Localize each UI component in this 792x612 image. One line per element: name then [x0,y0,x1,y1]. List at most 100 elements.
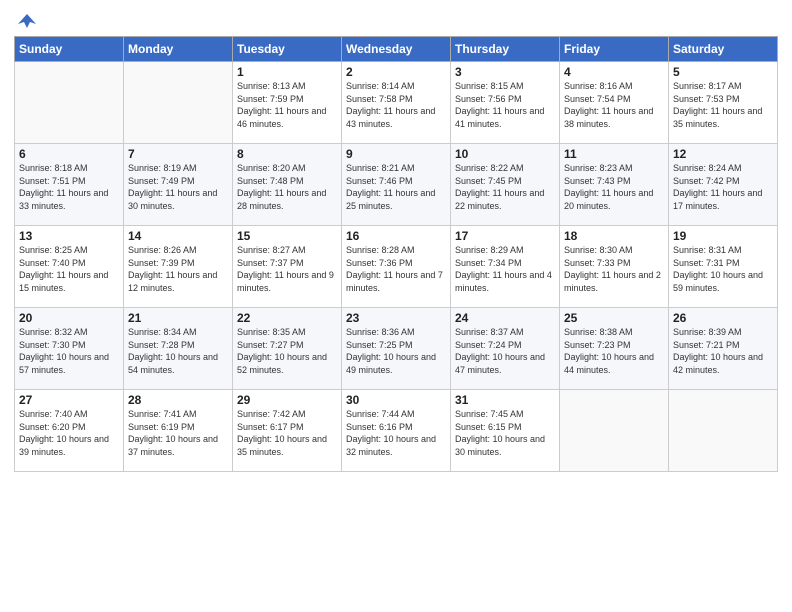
calendar-day-cell: 24Sunrise: 8:37 AM Sunset: 7:24 PM Dayli… [451,308,560,390]
calendar-day-cell: 13Sunrise: 8:25 AM Sunset: 7:40 PM Dayli… [15,226,124,308]
calendar-week-row: 20Sunrise: 8:32 AM Sunset: 7:30 PM Dayli… [15,308,778,390]
page-container: SundayMondayTuesdayWednesdayThursdayFrid… [0,0,792,480]
day-number: 31 [455,393,555,407]
calendar-day-cell: 10Sunrise: 8:22 AM Sunset: 7:45 PM Dayli… [451,144,560,226]
calendar-day-cell [15,62,124,144]
day-number: 12 [673,147,773,161]
calendar-day-cell: 1Sunrise: 8:13 AM Sunset: 7:59 PM Daylig… [233,62,342,144]
day-number: 14 [128,229,228,243]
calendar-day-cell: 27Sunrise: 7:40 AM Sunset: 6:20 PM Dayli… [15,390,124,472]
calendar-day-cell: 9Sunrise: 8:21 AM Sunset: 7:46 PM Daylig… [342,144,451,226]
day-info: Sunrise: 8:27 AM Sunset: 7:37 PM Dayligh… [237,244,337,294]
day-number: 17 [455,229,555,243]
calendar-day-cell: 18Sunrise: 8:30 AM Sunset: 7:33 PM Dayli… [560,226,669,308]
calendar-day-cell: 20Sunrise: 8:32 AM Sunset: 7:30 PM Dayli… [15,308,124,390]
day-info: Sunrise: 8:18 AM Sunset: 7:51 PM Dayligh… [19,162,119,212]
calendar-day-cell: 11Sunrise: 8:23 AM Sunset: 7:43 PM Dayli… [560,144,669,226]
day-info: Sunrise: 8:21 AM Sunset: 7:46 PM Dayligh… [346,162,446,212]
day-number: 21 [128,311,228,325]
day-number: 24 [455,311,555,325]
day-info: Sunrise: 8:26 AM Sunset: 7:39 PM Dayligh… [128,244,228,294]
day-number: 8 [237,147,337,161]
calendar-day-cell: 30Sunrise: 7:44 AM Sunset: 6:16 PM Dayli… [342,390,451,472]
day-number: 7 [128,147,228,161]
day-number: 5 [673,65,773,79]
day-info: Sunrise: 8:38 AM Sunset: 7:23 PM Dayligh… [564,326,664,376]
day-info: Sunrise: 8:34 AM Sunset: 7:28 PM Dayligh… [128,326,228,376]
calendar-day-cell: 22Sunrise: 8:35 AM Sunset: 7:27 PM Dayli… [233,308,342,390]
calendar-header-row: SundayMondayTuesdayWednesdayThursdayFrid… [15,37,778,62]
day-info: Sunrise: 7:44 AM Sunset: 6:16 PM Dayligh… [346,408,446,458]
day-number: 27 [19,393,119,407]
day-info: Sunrise: 8:39 AM Sunset: 7:21 PM Dayligh… [673,326,773,376]
day-info: Sunrise: 8:35 AM Sunset: 7:27 PM Dayligh… [237,326,337,376]
day-info: Sunrise: 8:20 AM Sunset: 7:48 PM Dayligh… [237,162,337,212]
day-number: 22 [237,311,337,325]
day-of-week-header: Monday [124,37,233,62]
day-number: 13 [19,229,119,243]
day-info: Sunrise: 8:30 AM Sunset: 7:33 PM Dayligh… [564,244,664,294]
calendar-table: SundayMondayTuesdayWednesdayThursdayFrid… [14,36,778,472]
day-of-week-header: Tuesday [233,37,342,62]
calendar-day-cell: 3Sunrise: 8:15 AM Sunset: 7:56 PM Daylig… [451,62,560,144]
calendar-week-row: 27Sunrise: 7:40 AM Sunset: 6:20 PM Dayli… [15,390,778,472]
day-number: 2 [346,65,446,79]
day-number: 19 [673,229,773,243]
day-number: 6 [19,147,119,161]
day-info: Sunrise: 7:41 AM Sunset: 6:19 PM Dayligh… [128,408,228,458]
day-info: Sunrise: 8:28 AM Sunset: 7:36 PM Dayligh… [346,244,446,294]
day-number: 30 [346,393,446,407]
calendar-day-cell: 7Sunrise: 8:19 AM Sunset: 7:49 PM Daylig… [124,144,233,226]
day-number: 15 [237,229,337,243]
calendar-day-cell: 29Sunrise: 7:42 AM Sunset: 6:17 PM Dayli… [233,390,342,472]
day-of-week-header: Sunday [15,37,124,62]
calendar-week-row: 1Sunrise: 8:13 AM Sunset: 7:59 PM Daylig… [15,62,778,144]
calendar-day-cell: 21Sunrise: 8:34 AM Sunset: 7:28 PM Dayli… [124,308,233,390]
day-info: Sunrise: 8:16 AM Sunset: 7:54 PM Dayligh… [564,80,664,130]
day-info: Sunrise: 8:22 AM Sunset: 7:45 PM Dayligh… [455,162,555,212]
day-info: Sunrise: 7:45 AM Sunset: 6:15 PM Dayligh… [455,408,555,458]
day-info: Sunrise: 8:36 AM Sunset: 7:25 PM Dayligh… [346,326,446,376]
day-number: 23 [346,311,446,325]
calendar-day-cell: 19Sunrise: 8:31 AM Sunset: 7:31 PM Dayli… [669,226,778,308]
calendar-week-row: 13Sunrise: 8:25 AM Sunset: 7:40 PM Dayli… [15,226,778,308]
day-number: 16 [346,229,446,243]
day-of-week-header: Thursday [451,37,560,62]
day-number: 11 [564,147,664,161]
day-number: 3 [455,65,555,79]
calendar-day-cell: 14Sunrise: 8:26 AM Sunset: 7:39 PM Dayli… [124,226,233,308]
day-info: Sunrise: 7:40 AM Sunset: 6:20 PM Dayligh… [19,408,119,458]
day-number: 25 [564,311,664,325]
day-info: Sunrise: 8:24 AM Sunset: 7:42 PM Dayligh… [673,162,773,212]
day-number: 4 [564,65,664,79]
day-info: Sunrise: 8:14 AM Sunset: 7:58 PM Dayligh… [346,80,446,130]
day-info: Sunrise: 8:31 AM Sunset: 7:31 PM Dayligh… [673,244,773,294]
day-info: Sunrise: 7:42 AM Sunset: 6:17 PM Dayligh… [237,408,337,458]
calendar-day-cell: 16Sunrise: 8:28 AM Sunset: 7:36 PM Dayli… [342,226,451,308]
calendar-week-row: 6Sunrise: 8:18 AM Sunset: 7:51 PM Daylig… [15,144,778,226]
calendar-day-cell: 6Sunrise: 8:18 AM Sunset: 7:51 PM Daylig… [15,144,124,226]
day-number: 20 [19,311,119,325]
calendar-day-cell: 31Sunrise: 7:45 AM Sunset: 6:15 PM Dayli… [451,390,560,472]
day-info: Sunrise: 8:23 AM Sunset: 7:43 PM Dayligh… [564,162,664,212]
day-number: 9 [346,147,446,161]
day-info: Sunrise: 8:29 AM Sunset: 7:34 PM Dayligh… [455,244,555,294]
calendar-day-cell: 26Sunrise: 8:39 AM Sunset: 7:21 PM Dayli… [669,308,778,390]
calendar-day-cell: 15Sunrise: 8:27 AM Sunset: 7:37 PM Dayli… [233,226,342,308]
day-number: 10 [455,147,555,161]
calendar-day-cell [560,390,669,472]
day-of-week-header: Wednesday [342,37,451,62]
day-info: Sunrise: 8:32 AM Sunset: 7:30 PM Dayligh… [19,326,119,376]
day-number: 28 [128,393,228,407]
day-info: Sunrise: 8:15 AM Sunset: 7:56 PM Dayligh… [455,80,555,130]
calendar-day-cell [124,62,233,144]
calendar-day-cell: 28Sunrise: 7:41 AM Sunset: 6:19 PM Dayli… [124,390,233,472]
day-info: Sunrise: 8:19 AM Sunset: 7:49 PM Dayligh… [128,162,228,212]
day-info: Sunrise: 8:25 AM Sunset: 7:40 PM Dayligh… [19,244,119,294]
logo-bird-icon [16,10,38,32]
day-number: 29 [237,393,337,407]
calendar-day-cell: 8Sunrise: 8:20 AM Sunset: 7:48 PM Daylig… [233,144,342,226]
calendar-day-cell: 4Sunrise: 8:16 AM Sunset: 7:54 PM Daylig… [560,62,669,144]
calendar-day-cell [669,390,778,472]
day-number: 26 [673,311,773,325]
